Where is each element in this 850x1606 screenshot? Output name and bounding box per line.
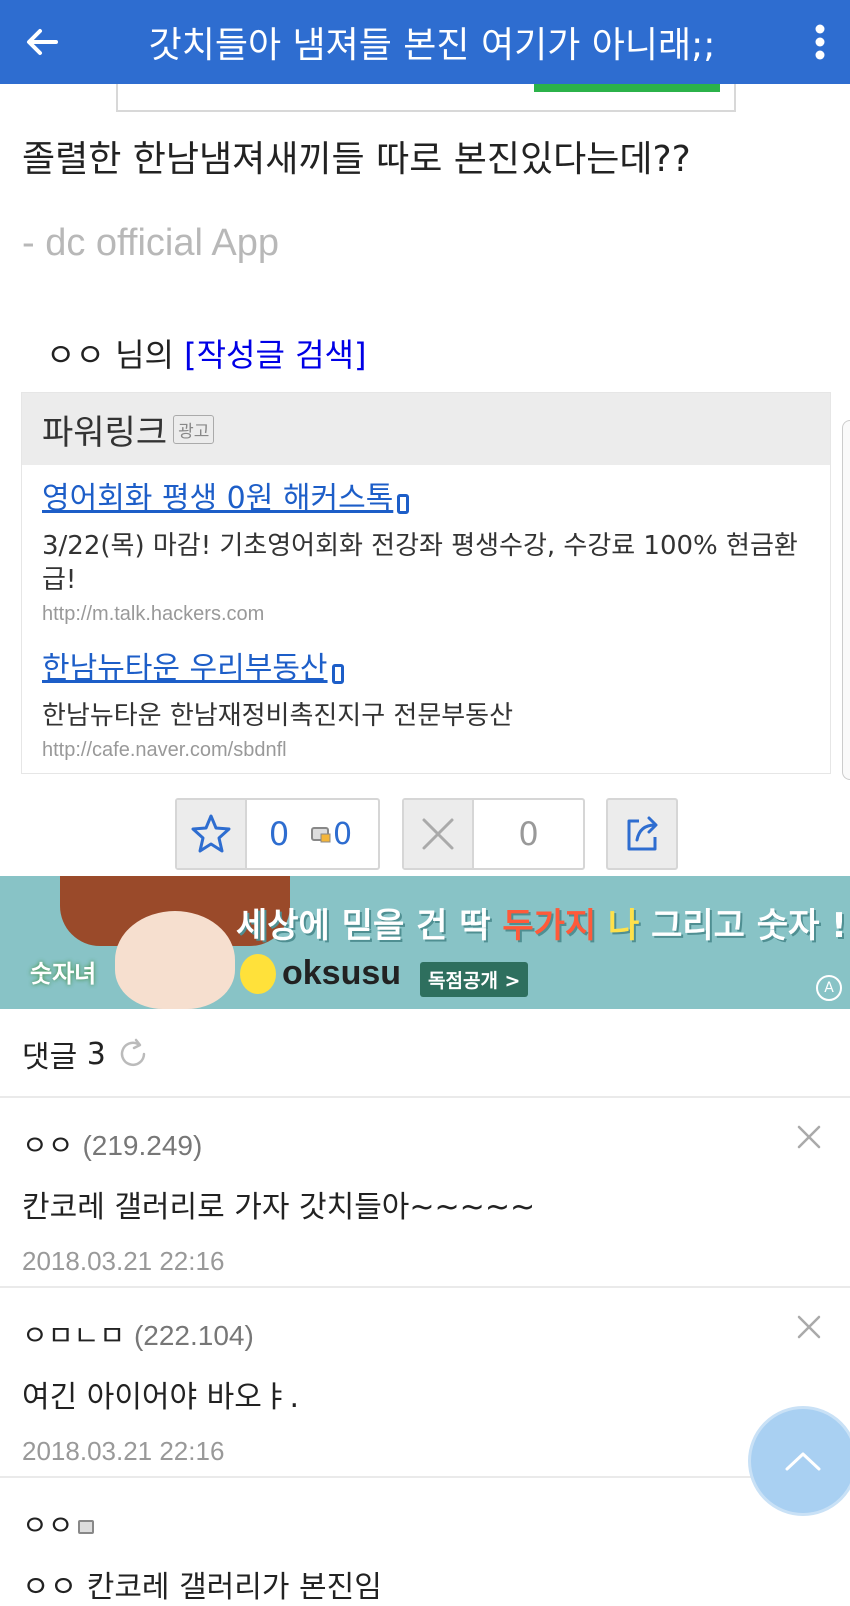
powerlink-ads: 파워링크 광고 영어회화 평생 0원 해커스톡 3/22(목) 마감! 기초영어…	[21, 392, 831, 774]
recommend-button[interactable]: 0 0	[175, 798, 380, 870]
comment-meta: ㅇㅇ (219.249)	[22, 1124, 832, 1164]
comment-text: 여긴 아이어야 바오ㅑ.	[22, 1380, 300, 1415]
more-vertical-icon	[815, 24, 825, 60]
divider	[0, 1096, 850, 1098]
comment-nick: ㅇㅁㄴㅁ	[22, 1319, 126, 1352]
mobile-recommend-count: 0	[333, 816, 353, 852]
top-ad-remnant	[116, 84, 736, 112]
not-recommend-button[interactable]: 0	[402, 798, 585, 870]
ad-info-icon[interactable]: A	[816, 975, 842, 1001]
comment-text: ㅇㅇ 칸코레 갤러리가 본진임	[22, 1570, 382, 1605]
comment-item: ㅇㅁㄴㅁ (222.104) 여긴 아이어야 바오ㅑ. 2018.03.21 2…	[22, 1314, 832, 1467]
tagline-part: 그리고 숫자 !	[639, 906, 847, 946]
comment-item: ㅇㅇ (219.249) 칸코레 갤러리로 가자 갓치들아~~~~~ 2018.…	[22, 1124, 832, 1277]
author-suffix: 님의	[104, 336, 185, 374]
ad-url: http://m.talk.hackers.com	[42, 603, 265, 625]
ad-title-link[interactable]: 한남뉴타운 우리부동산	[42, 651, 328, 686]
banner-cta[interactable]: 독점공개 >	[420, 962, 529, 997]
powerlink-ad-item[interactable]: 영어회화 평생 0원 해커스톡 3/22(목) 마감! 기초영어회화 전강좌 평…	[42, 473, 812, 626]
ad-title-link[interactable]: 영어회화 평생 0원 해커스톡	[42, 481, 393, 516]
recommend-count: 0	[268, 815, 290, 853]
banner-tagline: 세상에 믿을 건 딱 두가지 나 그리고 숫자 !	[236, 898, 847, 947]
x-icon	[422, 818, 454, 850]
banner-brand: oksusu	[282, 954, 402, 992]
powerlink-ad-item[interactable]: 한남뉴타운 우리부동산 한남뉴타운 한남재정비촉진지구 전문부동산 http:/…	[42, 643, 812, 762]
not-recommend-icon-box	[404, 800, 474, 868]
ad-badge: 광고	[173, 414, 215, 444]
tagline-highlight: 두가지	[502, 906, 597, 946]
banner-show-name: 숫자녀	[30, 960, 97, 988]
back-button[interactable]	[0, 0, 84, 84]
arrow-left-icon	[27, 29, 58, 55]
share-button[interactable]	[606, 798, 678, 870]
mobile-writer-icon	[77, 1520, 94, 1534]
divider	[0, 1286, 850, 1288]
banner-photo-face	[115, 911, 235, 1009]
comment-date: 2018.03.21 22:16	[22, 1436, 225, 1466]
comment-text: 칸코레 갤러리로 가자 갓치들아~~~~~	[22, 1190, 536, 1225]
share-icon	[627, 816, 658, 851]
author-line: ㅇㅇ 님의 [작성글 검색]	[46, 330, 366, 376]
comment-date: 2018.03.21 22:16	[22, 1246, 225, 1276]
comment-nick: ㅇㅇ	[22, 1509, 74, 1542]
star-icon	[191, 814, 231, 853]
comment-ip: (219.249)	[82, 1130, 203, 1161]
powerlink-title: 파워링크	[42, 412, 168, 453]
not-recommend-count: 0	[518, 815, 539, 853]
chevron-up-icon	[785, 1452, 821, 1471]
ad-url: http://cafe.naver.com/sbdnfl	[42, 739, 287, 761]
mobile-icon	[331, 663, 344, 684]
comment-item: ㅇㅇ ㅇㅇ 칸코레 갤러리가 본진임	[22, 1504, 832, 1606]
ad-description: 3/22(목) 마감! 기초영어회화 전강좌 평생수강, 수강료 100% 현금…	[42, 531, 798, 595]
comment-header: 댓글 3	[22, 1032, 150, 1076]
author-nick: ㅇㅇ	[46, 336, 105, 374]
close-icon[interactable]	[796, 1124, 822, 1150]
side-drawer-handle[interactable]	[842, 420, 850, 780]
more-menu-button[interactable]	[790, 0, 850, 84]
ad-button-remnant	[534, 84, 720, 92]
divider	[0, 1476, 850, 1478]
mobile-recommend: 0	[311, 800, 352, 868]
mobile-vote-icon	[311, 827, 331, 843]
comment-meta: ㅇㅁㄴㅁ (222.104)	[22, 1314, 832, 1354]
banner-ad[interactable]: 숫자녀 세상에 믿을 건 딱 두가지 나 그리고 숫자 ! oksusu 독점공…	[0, 876, 850, 1009]
comment-count: 3	[86, 1036, 106, 1072]
author-search-link[interactable]: [작성글 검색]	[184, 336, 366, 374]
comment-label: 댓글	[22, 1040, 78, 1075]
post-signature: - dc official App	[22, 222, 280, 264]
brand-logo-icon	[240, 954, 276, 994]
scroll-top-button[interactable]	[748, 1406, 850, 1516]
comment-ip: (222.104)	[133, 1320, 254, 1351]
app-bar: 갓치들아 냄져들 본진 여기가 아니래;;	[0, 0, 850, 84]
comment-nick: ㅇㅇ	[22, 1129, 74, 1162]
ad-description: 한남뉴타운 한남재정비촉진지구 전문부동산	[42, 701, 514, 731]
page-title: 갓치들아 냄져들 본진 여기가 아니래;;	[148, 25, 716, 66]
mobile-icon	[397, 493, 410, 514]
recommend-icon-box	[177, 800, 247, 868]
post-body: 졸렬한 한남냄져새끼들 따로 본진있다는데??	[22, 139, 691, 180]
tagline-part: 세상에 믿을 건 딱	[236, 906, 503, 946]
comment-meta: ㅇㅇ	[22, 1504, 832, 1544]
powerlink-header: 파워링크 광고	[22, 393, 830, 465]
tagline-part: 나	[596, 906, 640, 946]
refresh-icon[interactable]	[116, 1037, 150, 1071]
close-icon[interactable]	[796, 1314, 822, 1340]
